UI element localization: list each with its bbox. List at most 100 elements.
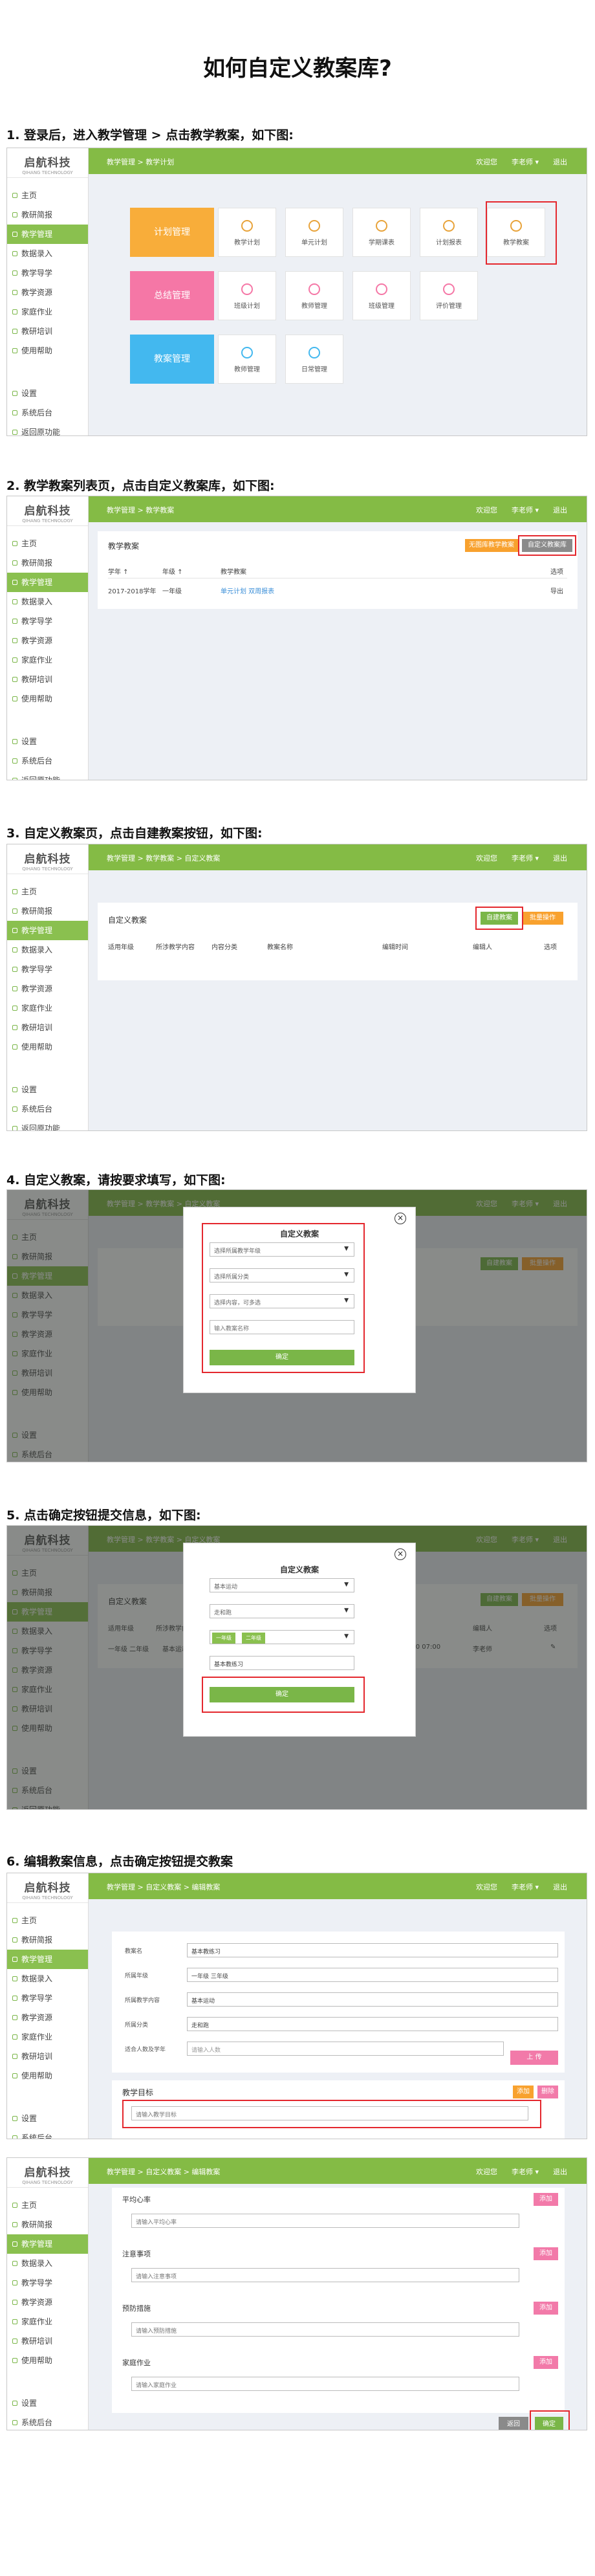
sidebar-item[interactable]: 设置 — [7, 2394, 88, 2413]
tile-summary-management[interactable]: 总结管理 — [130, 271, 214, 320]
function-tile[interactable]: 评价管理 — [420, 271, 478, 320]
sidebar-item[interactable]: 教研简报 — [7, 2215, 88, 2234]
function-tile[interactable]: 日常管理 — [285, 335, 343, 384]
item-input[interactable]: 请输入注意事项 — [131, 2268, 519, 2282]
sidebar-item[interactable]: 教研简报 — [7, 901, 88, 921]
delete-button[interactable]: 删除 — [537, 2086, 558, 2098]
sidebar-item[interactable]: 返回原功能 — [7, 1119, 88, 1130]
sidebar-item[interactable]: 设置 — [7, 384, 88, 403]
sidebar-item[interactable]: 教学管理 — [7, 2234, 88, 2254]
add-button[interactable]: 添加 — [534, 2193, 558, 2206]
function-tile[interactable]: 教师管理 — [218, 335, 276, 384]
sidebar-item[interactable]: 教学资源 — [7, 2008, 88, 2027]
form-field[interactable]: 走和跑 — [187, 2017, 558, 2031]
sidebar-item[interactable]: 家庭作业 — [7, 2312, 88, 2331]
sidebar-item[interactable]: 教学资源 — [7, 979, 88, 998]
sidebar-item[interactable]: 教学管理 — [7, 573, 88, 592]
form-field[interactable]: 基本教练习 — [187, 1943, 558, 1957]
sidebar-item[interactable]: 教学管理 — [7, 1950, 88, 1969]
grade-tag[interactable]: 二年级 — [242, 1633, 265, 1644]
sidebar-item[interactable]: 教研培训 — [7, 322, 88, 341]
category-select[interactable]: 基本运动 ▼ — [210, 1578, 354, 1592]
form-field[interactable]: 基本运动 — [187, 1992, 558, 2007]
item-input[interactable]: 请输入平均心率 — [131, 2214, 519, 2228]
back-button[interactable]: 返回 — [499, 2417, 528, 2430]
topbar-link[interactable]: 欢迎您 — [476, 506, 497, 514]
item-input[interactable]: 请输入家庭作业 — [131, 2377, 519, 2391]
sidebar-item[interactable]: 返回原功能 — [7, 771, 88, 780]
sidebar-item[interactable]: 教学导学 — [7, 263, 88, 283]
sidebar-item[interactable]: 教学资源 — [7, 631, 88, 650]
topbar-link[interactable]: 退出 — [553, 2168, 567, 2176]
sidebar-item[interactable]: 教学资源 — [7, 2293, 88, 2312]
sidebar-item[interactable]: 教研培训 — [7, 2047, 88, 2066]
close-icon[interactable]: × — [395, 1548, 406, 1560]
sidebar-item[interactable]: 主页 — [7, 2196, 88, 2215]
sidebar-item[interactable]: 教学管理 — [7, 921, 88, 940]
batch-button[interactable]: 批量操作 — [522, 912, 563, 925]
no-lib-button[interactable]: 无图库教学教案 — [465, 539, 518, 552]
tile-plan-management[interactable]: 计划管理 — [130, 208, 214, 257]
add-button[interactable]: 添加 — [534, 2356, 558, 2369]
col-year[interactable]: 学年 ↑ — [108, 566, 129, 576]
sidebar-item[interactable]: 系统后台 — [7, 751, 88, 771]
function-tile[interactable]: 单元计划 — [285, 208, 343, 257]
lesson-name-input[interactable]: 基本教练习 — [210, 1656, 354, 1670]
sidebar-item[interactable]: 教学导学 — [7, 611, 88, 631]
sidebar-item[interactable]: 使用帮助 — [7, 1037, 88, 1057]
topbar-link[interactable]: 欢迎您 — [476, 854, 497, 863]
sidebar-item[interactable]: 教研简报 — [7, 553, 88, 573]
sidebar-item[interactable]: 教研简报 — [7, 205, 88, 225]
sidebar-item[interactable]: 家庭作业 — [7, 2027, 88, 2047]
sidebar-item[interactable]: 使用帮助 — [7, 689, 88, 709]
function-tile[interactable]: 学期课表 — [352, 208, 411, 257]
add-button[interactable]: 添加 — [534, 2302, 558, 2315]
user-menu[interactable]: 欢迎您 李老师 ▾ 退出 — [462, 505, 567, 515]
sidebar-item[interactable]: 数据录入 — [7, 940, 88, 960]
sidebar-item[interactable]: 系统后台 — [7, 2413, 88, 2430]
topbar-link[interactable]: 欢迎您 — [476, 1883, 497, 1891]
sidebar-item[interactable]: 教学管理 — [7, 225, 88, 244]
sidebar-item[interactable]: 使用帮助 — [7, 2351, 88, 2370]
sidebar-item[interactable]: 教学导学 — [7, 1988, 88, 2008]
sidebar-item[interactable]: 设置 — [7, 732, 88, 751]
sidebar-item[interactable]: 系统后台 — [7, 1099, 88, 1119]
sidebar-item[interactable]: 家庭作业 — [7, 998, 88, 1018]
topbar-link[interactable]: 退出 — [553, 506, 567, 514]
function-tile[interactable]: 教师管理 — [285, 271, 343, 320]
sidebar-item[interactable]: 使用帮助 — [7, 341, 88, 360]
topbar-link[interactable]: 退出 — [553, 158, 567, 166]
sidebar-item[interactable]: 教学导学 — [7, 2273, 88, 2293]
cell-export[interactable]: 导出 — [550, 586, 563, 595]
form-field[interactable]: 一年级 三年级 — [187, 1968, 558, 1982]
topbar-link[interactable]: 欢迎您 — [476, 158, 497, 166]
sidebar-item[interactable]: 系统后台 — [7, 2128, 88, 2139]
user-menu[interactable]: 欢迎您 李老师 ▾ 退出 — [462, 157, 567, 167]
sidebar-item[interactable]: 教学资源 — [7, 283, 88, 302]
user-menu[interactable]: 欢迎您 李老师 ▾ 退出 — [462, 853, 567, 863]
sidebar-item[interactable]: 主页 — [7, 186, 88, 205]
function-tile[interactable]: 计划报表 — [420, 208, 478, 257]
sidebar-item[interactable]: 设置 — [7, 2109, 88, 2128]
sidebar-item[interactable]: 数据录入 — [7, 2254, 88, 2273]
sidebar-item[interactable]: 教研培训 — [7, 670, 88, 689]
topbar-link[interactable]: 退出 — [553, 1883, 567, 1891]
function-tile[interactable]: 教学计划 — [218, 208, 276, 257]
sidebar-item[interactable]: 教研培训 — [7, 2331, 88, 2351]
sidebar-item[interactable]: 主页 — [7, 882, 88, 901]
add-button[interactable]: 添加 — [513, 2086, 534, 2098]
content-select[interactable]: 走和跑 ▼ — [210, 1604, 354, 1618]
sidebar-item[interactable]: 数据录入 — [7, 244, 88, 263]
col-grade[interactable]: 年级 ↑ — [162, 566, 183, 576]
sidebar-item[interactable]: 返回原功能 — [7, 423, 88, 435]
topbar-link[interactable]: 李老师 ▾ — [512, 854, 539, 863]
grade-tag[interactable]: 一年级 — [212, 1633, 235, 1644]
form-field[interactable]: 请输入人数 — [187, 2042, 504, 2056]
item-input[interactable]: 请输入预防措施 — [131, 2322, 519, 2337]
topbar-link[interactable]: 退出 — [553, 854, 567, 863]
sidebar-item[interactable]: 系统后台 — [7, 403, 88, 423]
topbar-link[interactable]: 李老师 ▾ — [512, 2168, 539, 2176]
upload-button[interactable]: 上 传 — [510, 2051, 558, 2065]
sidebar-item[interactable]: 主页 — [7, 1911, 88, 1930]
user-menu[interactable]: 欢迎您 李老师 ▾ 退出 — [462, 2166, 567, 2177]
